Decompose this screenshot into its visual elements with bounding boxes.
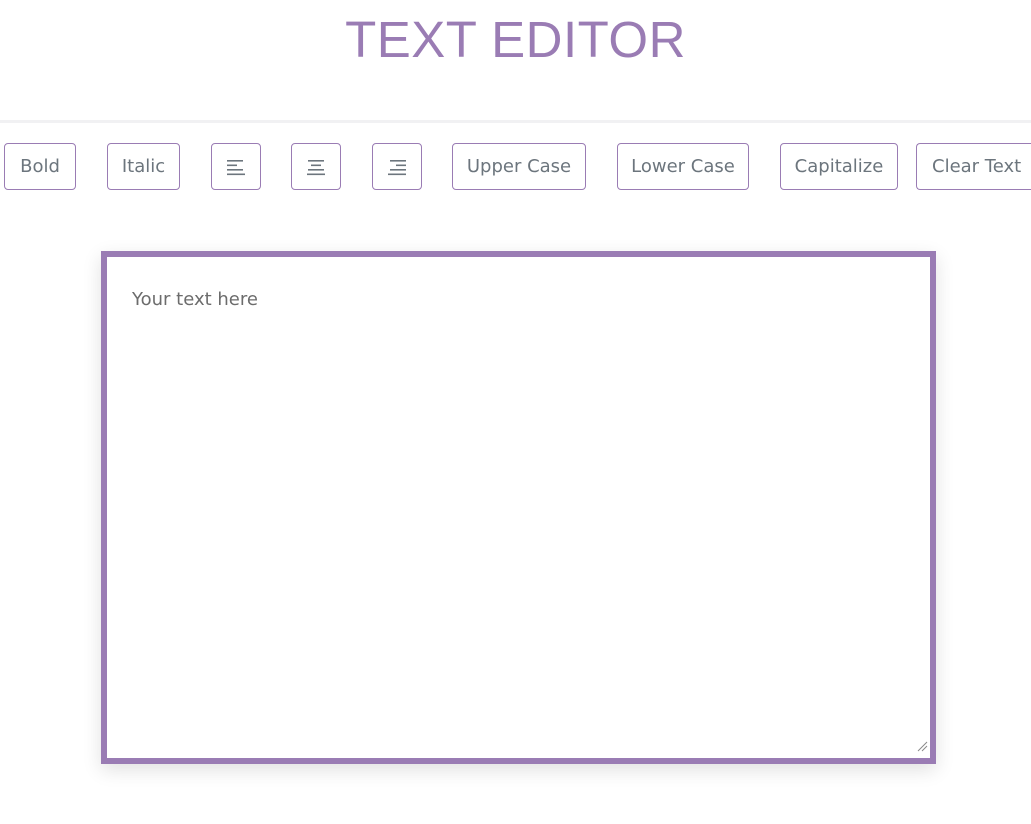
align-left-button[interactable] [211, 143, 261, 190]
align-right-button[interactable] [372, 143, 422, 190]
align-right-icon [387, 158, 407, 176]
clear-text-button[interactable]: Clear Text [916, 143, 1031, 190]
header: TEXT EDITOR [0, 0, 1031, 123]
editor-container [101, 251, 936, 764]
lower-case-button[interactable]: Lower Case [617, 143, 749, 190]
text-editor-textarea[interactable] [107, 257, 930, 758]
upper-case-button[interactable]: Upper Case [452, 143, 586, 190]
formatting-toolbar: Bold Italic Upper Case Lower Case Capita… [0, 143, 1031, 190]
italic-button[interactable]: Italic [107, 143, 180, 190]
text-editor-page: TEXT EDITOR Bold Italic Upper Case Lower… [0, 0, 1031, 824]
page-title: TEXT EDITOR [345, 11, 686, 68]
resize-handle-icon[interactable] [916, 737, 928, 756]
align-center-button[interactable] [291, 143, 341, 190]
capitalize-button[interactable]: Capitalize [780, 143, 898, 190]
align-left-icon [226, 158, 246, 176]
align-center-icon [306, 158, 326, 176]
bold-button[interactable]: Bold [4, 143, 76, 190]
